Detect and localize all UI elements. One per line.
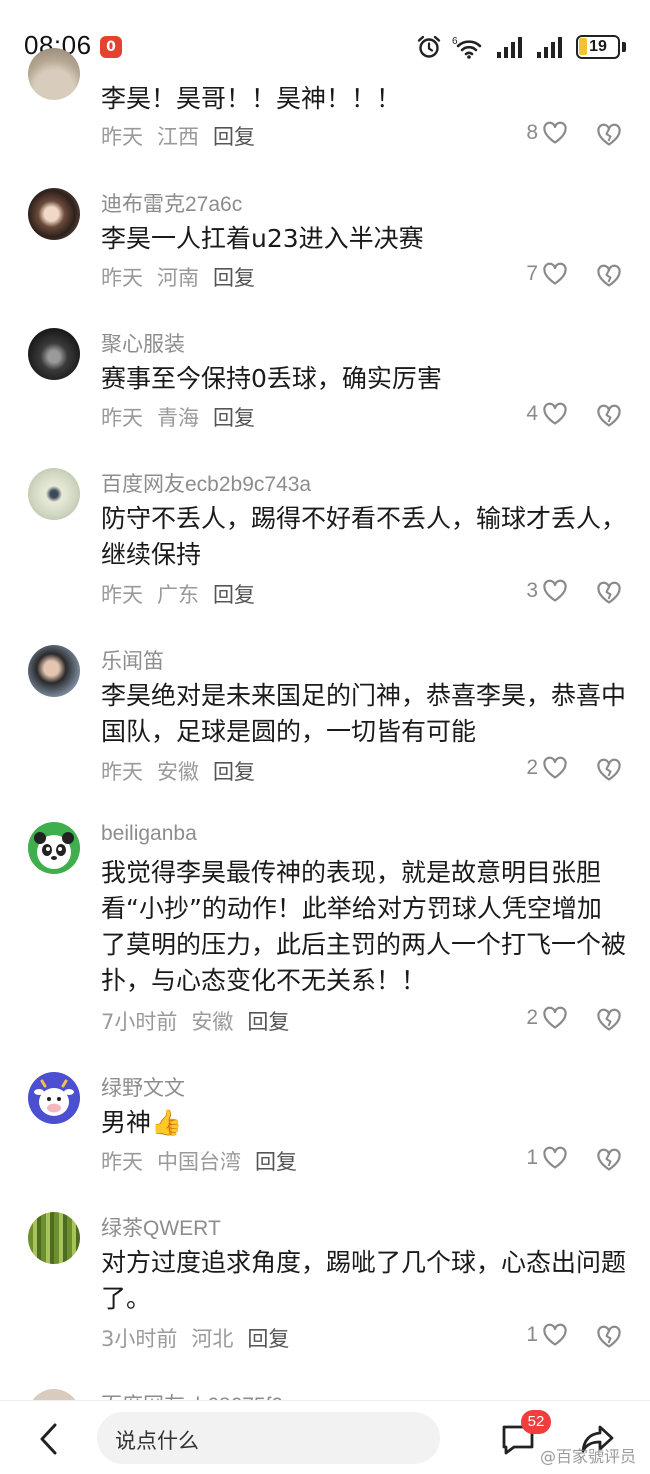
like-count: 2	[526, 756, 538, 779]
comment-time: 昨天	[101, 760, 143, 784]
like-button[interactable]: 7	[526, 262, 568, 286]
comment-input-placeholder: 说点什么	[115, 1429, 199, 1453]
broken-heart-icon[interactable]	[596, 1008, 622, 1032]
comment-location: 青海	[157, 406, 199, 430]
like-button[interactable]: 2	[526, 1006, 568, 1030]
like-count: 2	[526, 1006, 538, 1029]
comment-meta: 昨天 广东 回复	[101, 579, 255, 609]
reply-button[interactable]: 回复	[247, 1323, 289, 1353]
like-count: 1	[526, 1146, 538, 1169]
broken-heart-icon[interactable]	[596, 404, 622, 428]
comment-location: 中国台湾	[157, 1150, 241, 1174]
like-button[interactable]: 2	[526, 756, 568, 780]
heart-icon	[543, 262, 567, 285]
like-button[interactable]: 3	[526, 579, 568, 603]
like-count: 7	[526, 262, 538, 285]
comment-time: 昨天	[101, 1150, 143, 1174]
bottom-bar: 说点什么 52 @百家號评员	[0, 1400, 650, 1474]
heart-icon	[543, 121, 567, 144]
comment-username[interactable]: beiliganba	[101, 822, 197, 846]
comment-text: 赛事至今保持0丢球，确实厉害	[101, 364, 442, 393]
comment-location: 河南	[157, 266, 199, 290]
comment-text: 对方过度追求角度，踢呲了几个球，心态出问题了。	[101, 1248, 627, 1313]
comment-text: 李昊！昊哥！！昊神！！！	[101, 84, 402, 113]
heart-icon	[543, 579, 567, 602]
user-avatar[interactable]	[28, 188, 80, 240]
comment-time: 昨天	[101, 583, 143, 607]
comment-username[interactable]: 百度网友ecb2b9c743a	[101, 468, 311, 498]
reply-button[interactable]: 回复	[213, 402, 255, 432]
reply-button[interactable]: 回复	[213, 121, 255, 151]
back-arrow-icon[interactable]	[30, 1419, 70, 1459]
comment-time: 昨天	[101, 125, 143, 149]
broken-heart-icon[interactable]	[596, 758, 622, 782]
comment-time: 7小时前	[101, 1010, 178, 1034]
user-avatar[interactable]	[28, 328, 80, 380]
reply-button[interactable]: 回复	[247, 1006, 289, 1036]
user-avatar[interactable]	[28, 468, 80, 520]
cow-icon	[34, 1079, 74, 1116]
user-avatar[interactable]	[28, 48, 80, 100]
comment-location: 广东	[157, 583, 199, 607]
comment-list[interactable]: 李昊！昊哥！！昊神！！！ 昨天 江西 回复 8 迪布雷克27a6c 李昊一人扛着…	[0, 0, 650, 1400]
broken-heart-icon[interactable]	[596, 581, 622, 605]
like-button[interactable]: 8	[526, 121, 568, 145]
watermark: @百家號评员	[539, 1447, 636, 1466]
like-count: 4	[526, 402, 538, 425]
comment-meta: 昨天 中国台湾 回复	[101, 1146, 297, 1176]
user-avatar[interactable]	[28, 645, 80, 697]
comment-text: 防守不丢人，踢得不好看不丢人，输球才丢人，继续保持	[101, 504, 627, 569]
comment-username[interactable]: 绿野文文	[101, 1072, 185, 1102]
comment-count-badge: 52	[521, 1410, 551, 1434]
comment-meta: 3小时前 河北 回复	[101, 1323, 289, 1353]
heart-icon	[543, 1006, 567, 1029]
like-count: 8	[526, 121, 538, 144]
panda-icon	[34, 832, 74, 869]
comment-username[interactable]: 乐闻笛	[101, 645, 164, 675]
comment-username[interactable]: 聚心服装	[101, 328, 185, 358]
comment-input[interactable]: 说点什么	[97, 1412, 440, 1464]
comment-location: 安徽	[191, 1010, 234, 1034]
comment-location: 江西	[157, 125, 199, 149]
like-button[interactable]: 1	[526, 1146, 568, 1170]
broken-heart-icon[interactable]	[596, 1148, 622, 1172]
comment-username[interactable]: 百度网友cb68675f0	[101, 1389, 283, 1400]
comment-location: 河北	[191, 1327, 234, 1351]
broken-heart-icon[interactable]	[596, 1325, 622, 1349]
user-avatar[interactable]	[28, 822, 80, 874]
comment-text: 李昊一人扛着u23进入半决赛	[101, 224, 424, 253]
reply-button[interactable]: 回复	[213, 756, 255, 786]
comment-text: 李昊绝对是未来国足的门神，恭喜李昊，恭喜中国队，足球是圆的，一切皆有可能	[101, 681, 627, 746]
heart-icon	[543, 402, 567, 425]
comment-time: 昨天	[101, 406, 143, 430]
comment-meta: 昨天 江西 回复	[101, 121, 255, 151]
broken-heart-icon[interactable]	[596, 264, 622, 288]
like-button[interactable]: 4	[526, 402, 568, 426]
reply-button[interactable]: 回复	[213, 262, 255, 292]
heart-icon	[543, 1146, 567, 1169]
broken-heart-icon[interactable]	[596, 123, 622, 147]
comment-text: 我觉得李昊最传神的表现，就是故意明目张胆看“小抄”的动作！此举给对方罚球人凭空增…	[101, 858, 627, 995]
reply-button[interactable]: 回复	[213, 579, 255, 609]
heart-icon	[543, 756, 567, 779]
comment-username[interactable]: 绿茶QWERT	[101, 1212, 221, 1242]
user-avatar[interactable]	[28, 1072, 80, 1124]
comment-location: 安徽	[157, 760, 199, 784]
comment-meta: 昨天 青海 回复	[101, 402, 255, 432]
heart-icon	[543, 1323, 567, 1346]
comment-time: 昨天	[101, 266, 143, 290]
like-count: 3	[526, 579, 538, 602]
like-count: 1	[526, 1323, 538, 1346]
like-button[interactable]: 1	[526, 1323, 568, 1347]
comment-text: 男神👍	[101, 1108, 183, 1137]
reply-button[interactable]: 回复	[255, 1146, 297, 1176]
comment-time: 3小时前	[101, 1327, 178, 1351]
user-avatar[interactable]	[28, 1212, 80, 1264]
comment-meta: 昨天 安徽 回复	[101, 756, 255, 786]
comment-username[interactable]: 迪布雷克27a6c	[101, 188, 242, 218]
comment-meta: 7小时前 安徽 回复	[101, 1006, 289, 1036]
user-avatar[interactable]	[28, 1389, 80, 1400]
comment-meta: 昨天 河南 回复	[101, 262, 255, 292]
